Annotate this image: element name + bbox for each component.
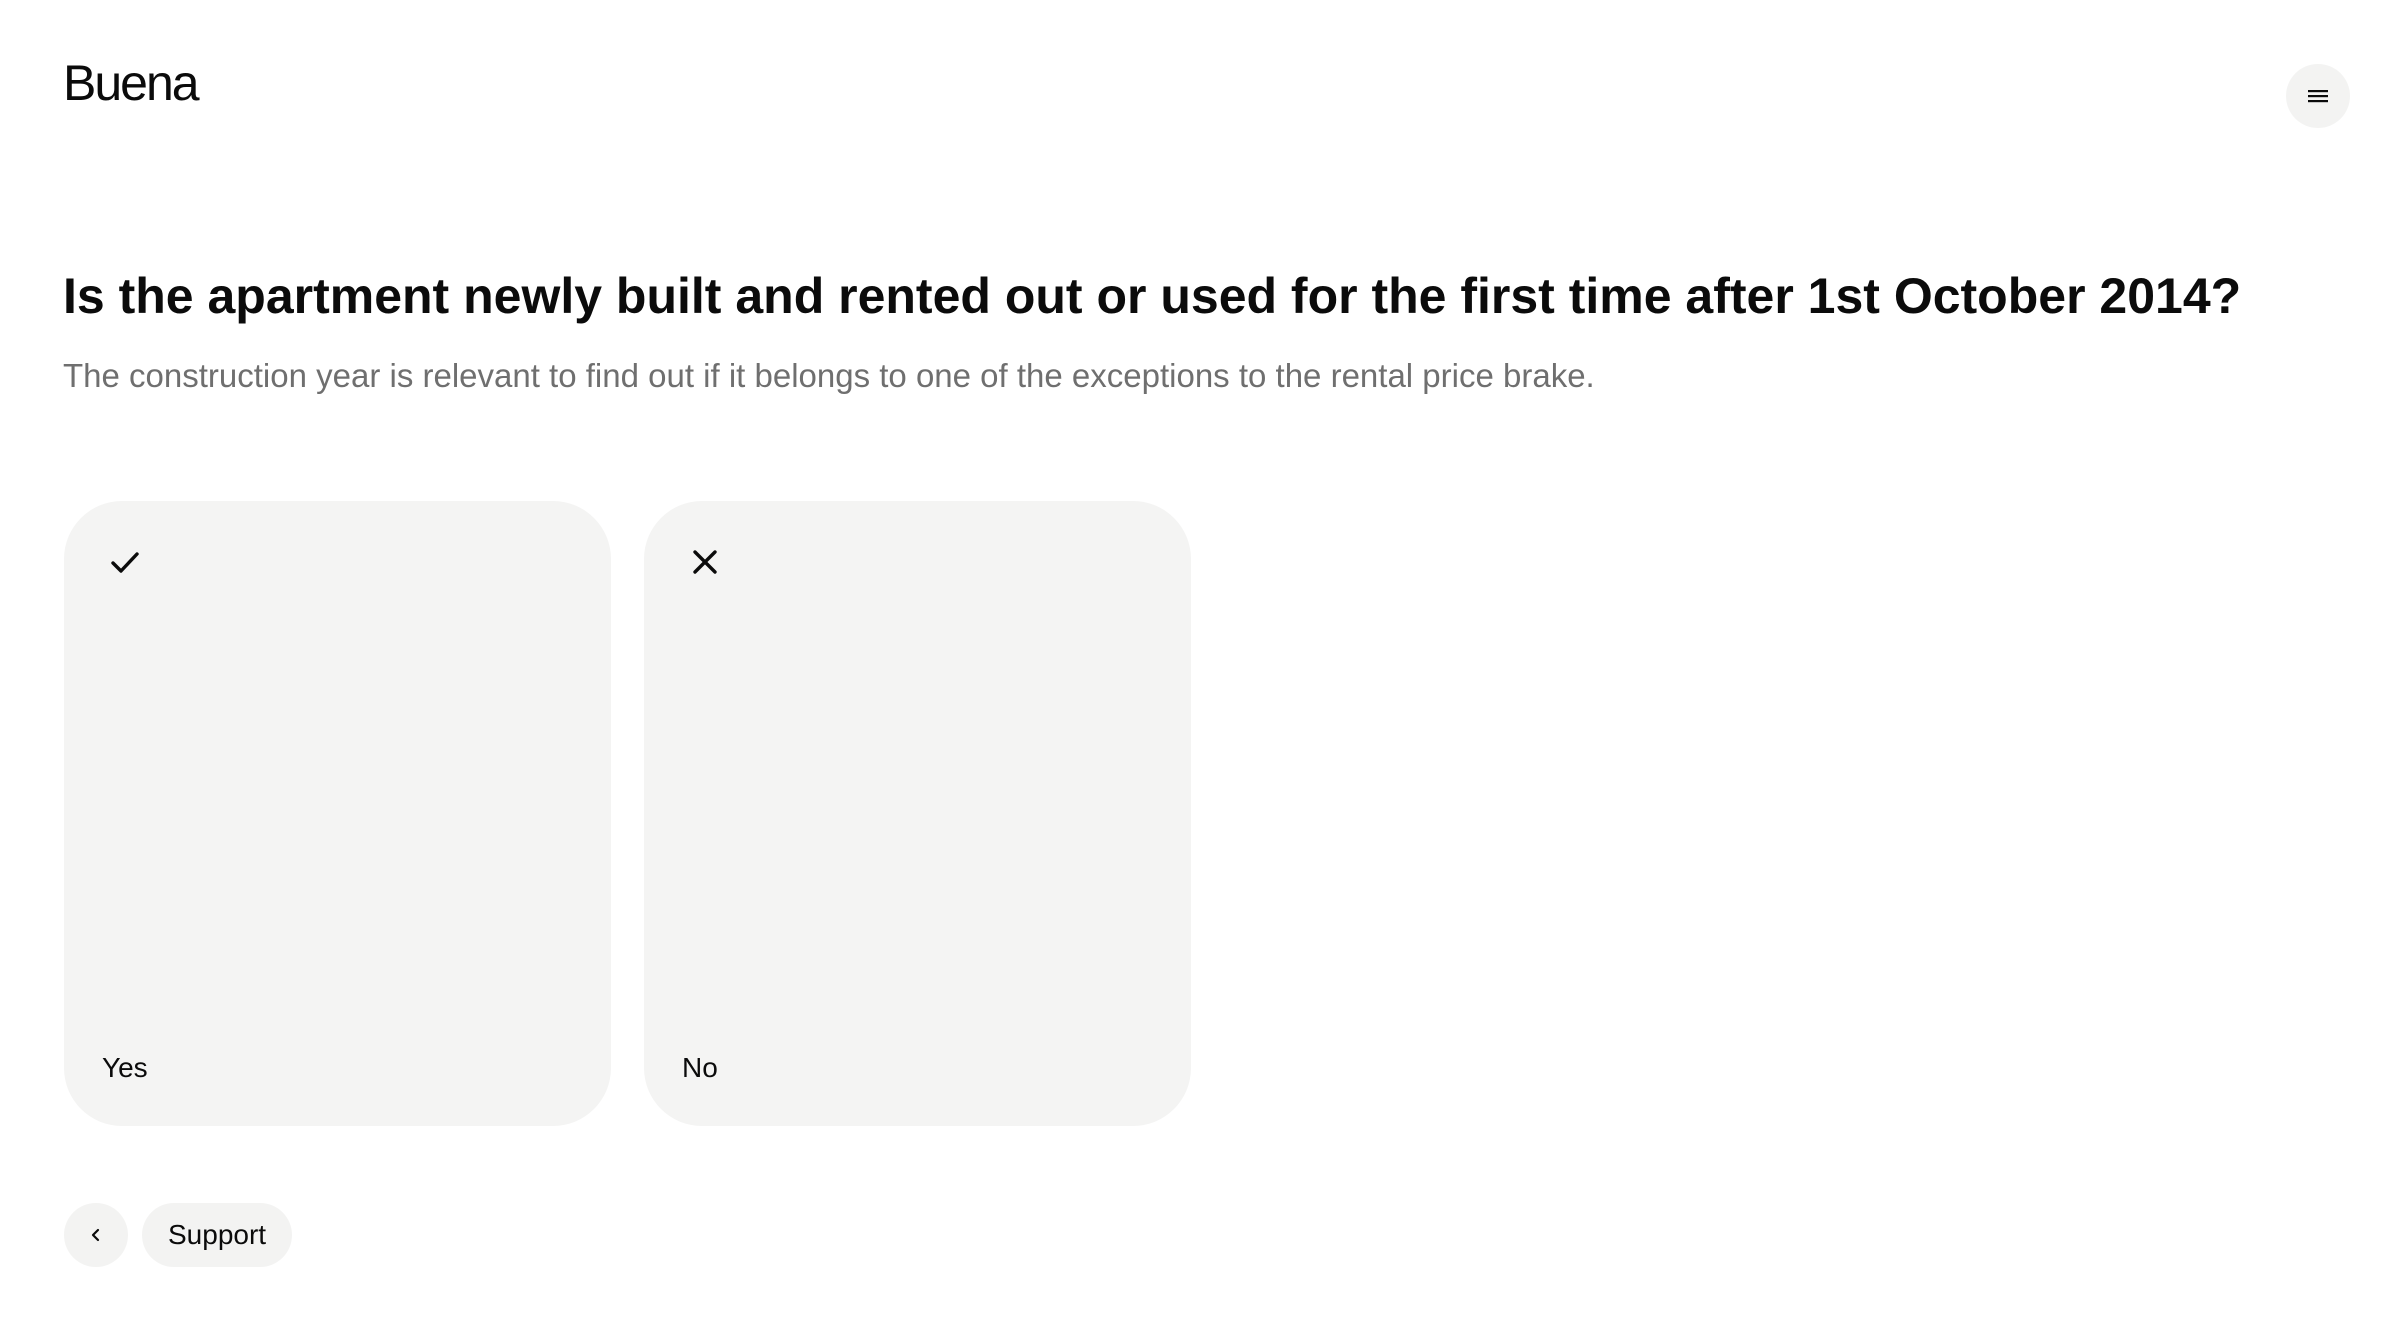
question-title: Is the apartment newly built and rented … (63, 268, 2242, 324)
close-icon (684, 541, 726, 583)
back-button[interactable] (64, 1203, 128, 1267)
chevron-left-icon (91, 1228, 100, 1242)
option-no-card[interactable]: No (644, 501, 1191, 1126)
option-yes-card[interactable]: Yes (64, 501, 611, 1126)
support-button[interactable]: Support (142, 1203, 293, 1267)
answer-options: Yes No (64, 501, 1191, 1126)
question-subtitle: The construction year is relevant to fin… (63, 357, 1595, 394)
check-icon (104, 541, 146, 583)
menu-button[interactable] (2286, 64, 2350, 128)
footer-actions: Support (64, 1203, 293, 1267)
option-yes-label: Yes (102, 1052, 148, 1083)
logo[interactable]: Buena (63, 58, 200, 108)
option-no-label: No (682, 1052, 718, 1083)
hamburger-icon (2308, 90, 2328, 103)
